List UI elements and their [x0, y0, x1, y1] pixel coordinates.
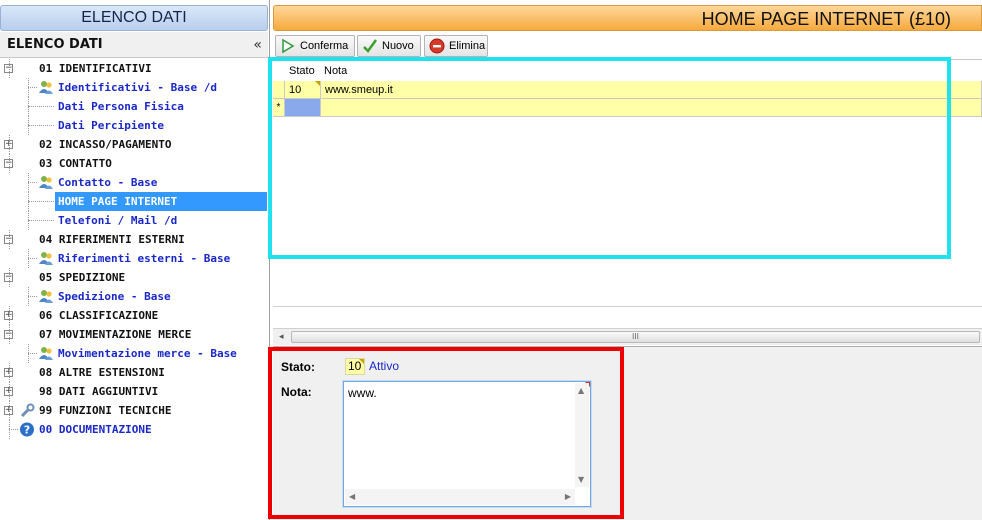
tree-header-title: ELENCO DATI [7, 37, 103, 52]
scroll-left-icon[interactable]: ◂ [279, 332, 284, 342]
tree-label: 07 MOVIMENTAZIONE MERCE [39, 328, 192, 341]
collapse-panel-button[interactable]: « [253, 32, 262, 58]
tree-item[interactable]: Movimentazione merce - Base [0, 344, 268, 363]
tree-item[interactable]: HOME PAGE INTERNET [0, 192, 268, 211]
tree-label: 08 ALTRE ESTENSIONI [39, 366, 165, 379]
help-icon: ? [19, 422, 35, 437]
users-icon [38, 80, 54, 95]
tree-group[interactable]: −05 SPEDIZIONE [0, 268, 268, 287]
tree-item[interactable]: Spedizione - Base [0, 287, 268, 306]
tree-label: Telefoni / Mail /d [58, 214, 178, 227]
tree-label: 04 RIFERIMENTI ESTERNI [39, 233, 185, 246]
tree-item[interactable]: Identificativi - Base /d [0, 78, 268, 97]
tree-label: 00 DOCUMENTAZIONE [39, 423, 152, 436]
page-title: HOME PAGE INTERNET (£10) [273, 5, 982, 31]
wrench-icon [19, 403, 35, 418]
tree-item[interactable]: Contatto - Base [0, 173, 268, 192]
grid-footer [273, 306, 982, 328]
checkmark-icon [362, 38, 378, 54]
tree-group[interactable]: ? 00 DOCUMENTAZIONE [0, 420, 268, 439]
tree-label: 01 IDENTIFICATIVI [39, 62, 152, 75]
tree-group[interactable]: +06 CLASSIFICAZIONE [0, 306, 268, 325]
tree-item[interactable]: Riferimenti esterni - Base [0, 249, 268, 268]
tree-label: Contatto - Base [58, 176, 158, 189]
tree-group[interactable]: +98 DATI AGGIUNTIVI [0, 382, 268, 401]
users-icon [38, 346, 54, 361]
tree-group[interactable]: −03 CONTATTO [0, 154, 268, 173]
users-icon [38, 175, 54, 190]
left-panel-title: ELENCO DATI [0, 5, 268, 31]
confirm-button[interactable]: Conferma [275, 35, 355, 57]
tree-label: Riferimenti esterni - Base [58, 252, 231, 265]
tree-label: Identificativi - Base /d [58, 81, 217, 94]
svg-text:?: ? [24, 424, 30, 437]
tree-item[interactable]: Telefoni / Mail /d [0, 211, 268, 230]
tree-label: 02 INCASSO/PAGAMENTO [39, 138, 172, 151]
tree-label: HOME PAGE INTERNET [55, 192, 267, 211]
tree-item[interactable]: Dati Percipiente [0, 116, 268, 135]
tree-group[interactable]: −07 MOVIMENTAZIONE MERCE [0, 325, 268, 344]
left-panel: ELENCO DATI ELENCO DATI « −01 IDENTIFICA… [0, 0, 270, 520]
tree-header: ELENCO DATI « [0, 32, 268, 58]
users-icon [38, 251, 54, 266]
confirm-label: Conferma [300, 40, 349, 52]
tree-label: Spedizione - Base [58, 290, 171, 303]
tree-label: Dati Persona Fisica [58, 100, 184, 113]
tree-group[interactable]: −01 IDENTIFICATIVI [0, 59, 268, 78]
delete-icon [429, 38, 445, 54]
horizontal-scrollbar[interactable]: ◂ III [273, 328, 982, 345]
highlight-box-form [268, 347, 624, 519]
tree-label: 99 FUNZIONI TECNICHE [39, 404, 172, 417]
tree-group[interactable]: −04 RIFERIMENTI ESTERNI [0, 230, 268, 249]
tree-label: Dati Percipiente [58, 119, 164, 132]
tree-label: 05 SPEDIZIONE [39, 271, 126, 284]
new-button[interactable]: Nuovo [357, 35, 421, 57]
tree-item[interactable]: Dati Persona Fisica [0, 97, 268, 116]
tree-group[interactable]: +99 FUNZIONI TECNICHE [0, 401, 268, 420]
scrollbar-thumb[interactable]: III [291, 331, 980, 343]
tree-label: 98 DATI AGGIUNTIVI [39, 385, 159, 398]
tree-group[interactable]: +02 INCASSO/PAGAMENTO [0, 135, 268, 154]
tree-label: 03 CONTATTO [39, 157, 112, 170]
delete-label: Elimina [449, 40, 486, 52]
tree-label: Movimentazione merce - Base [58, 347, 237, 360]
tree-group[interactable]: +08 ALTRE ESTENSIONI [0, 363, 268, 382]
tree-label: 06 CLASSIFICAZIONE [39, 309, 159, 322]
users-icon [38, 289, 54, 304]
data-tree: −01 IDENTIFICATIVI Identificativi - Base … [0, 59, 268, 439]
delete-button[interactable]: Elimina [424, 35, 488, 57]
play-icon [280, 38, 296, 54]
highlight-box-grid [268, 57, 951, 259]
new-label: Nuovo [382, 40, 414, 52]
